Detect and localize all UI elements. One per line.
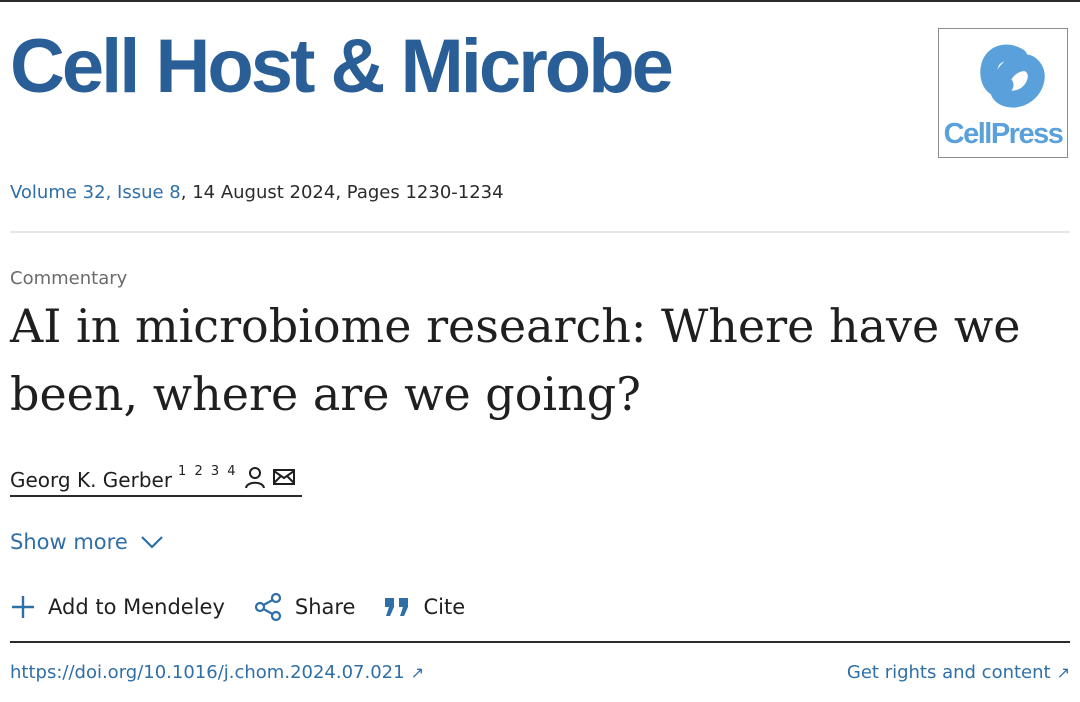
cellpress-logo-text: CellPress — [943, 118, 1064, 150]
share-label: Share — [294, 595, 356, 619]
cite-label: Cite — [423, 595, 466, 619]
journal-title[interactable]: Cell Host & Microbe — [10, 22, 674, 112]
get-rights-text: Get rights and content — [846, 662, 1051, 683]
cellpress-logo[interactable]: CellPress — [938, 28, 1068, 158]
external-link-icon: ↗ — [1056, 663, 1070, 682]
add-to-mendeley-label: Add to Mendeley — [48, 595, 225, 619]
doi-text: https://doi.org/10.1016/j.chom.2024.07.0… — [10, 662, 405, 683]
actions-divider — [10, 641, 1070, 643]
article-actions: Add to Mendeley Share Cite — [10, 592, 493, 622]
top-divider — [0, 0, 1080, 2]
author-button[interactable]: Georg K. Gerber 1 2 3 4 — [10, 462, 302, 497]
doi-link[interactable]: https://doi.org/10.1016/j.chom.2024.07.0… — [10, 662, 424, 683]
get-rights-link[interactable]: Get rights and content ↗ — [847, 662, 1070, 683]
author-affiliations: 1 2 3 4 — [178, 464, 238, 479]
cite-button[interactable]: Cite — [383, 595, 465, 619]
quote-icon — [385, 598, 409, 616]
plus-icon — [12, 596, 34, 618]
email-icon — [272, 466, 296, 493]
external-link-icon: ↗ — [410, 663, 424, 682]
add-to-mendeley-button[interactable]: Add to Mendeley — [10, 594, 225, 620]
show-more-button[interactable]: Show more — [10, 530, 164, 554]
author-name: Georg K. Gerber — [10, 468, 173, 492]
issue-info: Volume 32, Issue 8, 14 August 2024, Page… — [10, 182, 504, 203]
header-divider — [10, 231, 1070, 233]
show-more-label: Show more — [10, 530, 128, 554]
share-button[interactable]: Share — [253, 592, 356, 622]
volume-issue-link[interactable]: Volume 32, Issue 8 — [10, 182, 181, 203]
issue-date-pages: , 14 August 2024, Pages 1230-1234 — [180, 182, 504, 203]
share-icon — [254, 592, 281, 622]
article-title: AI in microbiome research: Where have we… — [10, 299, 1021, 421]
cellpress-mark-icon — [980, 44, 1045, 108]
person-icon — [244, 466, 266, 495]
chevron-down-icon — [140, 536, 163, 549]
article-type: Commentary — [10, 268, 128, 289]
